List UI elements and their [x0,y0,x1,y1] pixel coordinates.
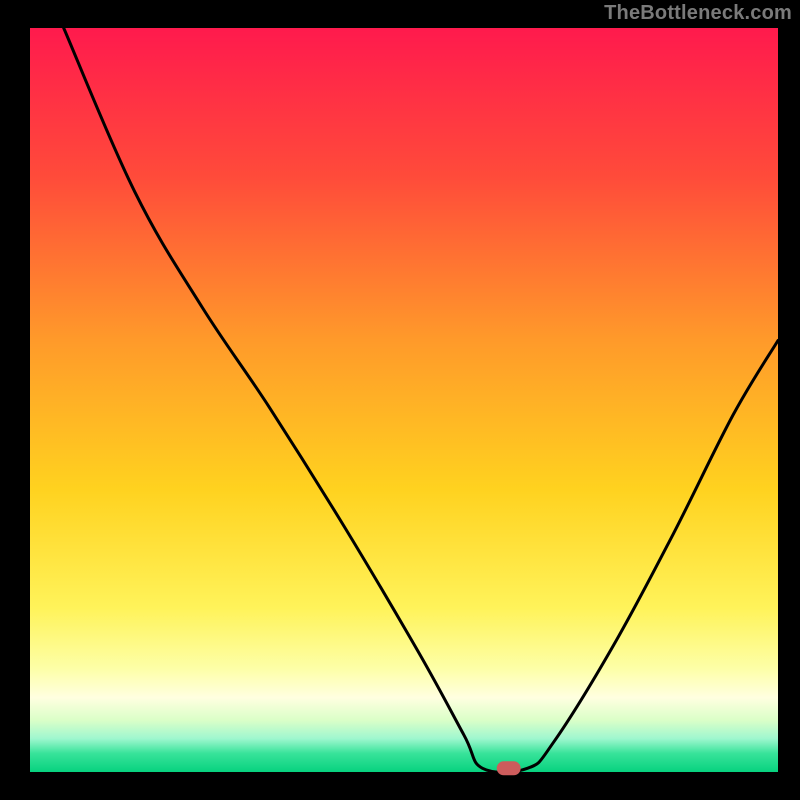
watermark-text: TheBottleneck.com [604,2,792,25]
chart-frame: TheBottleneck.com [0,0,800,800]
bottleneck-chart [0,0,800,800]
plot-background [30,28,778,772]
optimal-marker [497,761,521,775]
